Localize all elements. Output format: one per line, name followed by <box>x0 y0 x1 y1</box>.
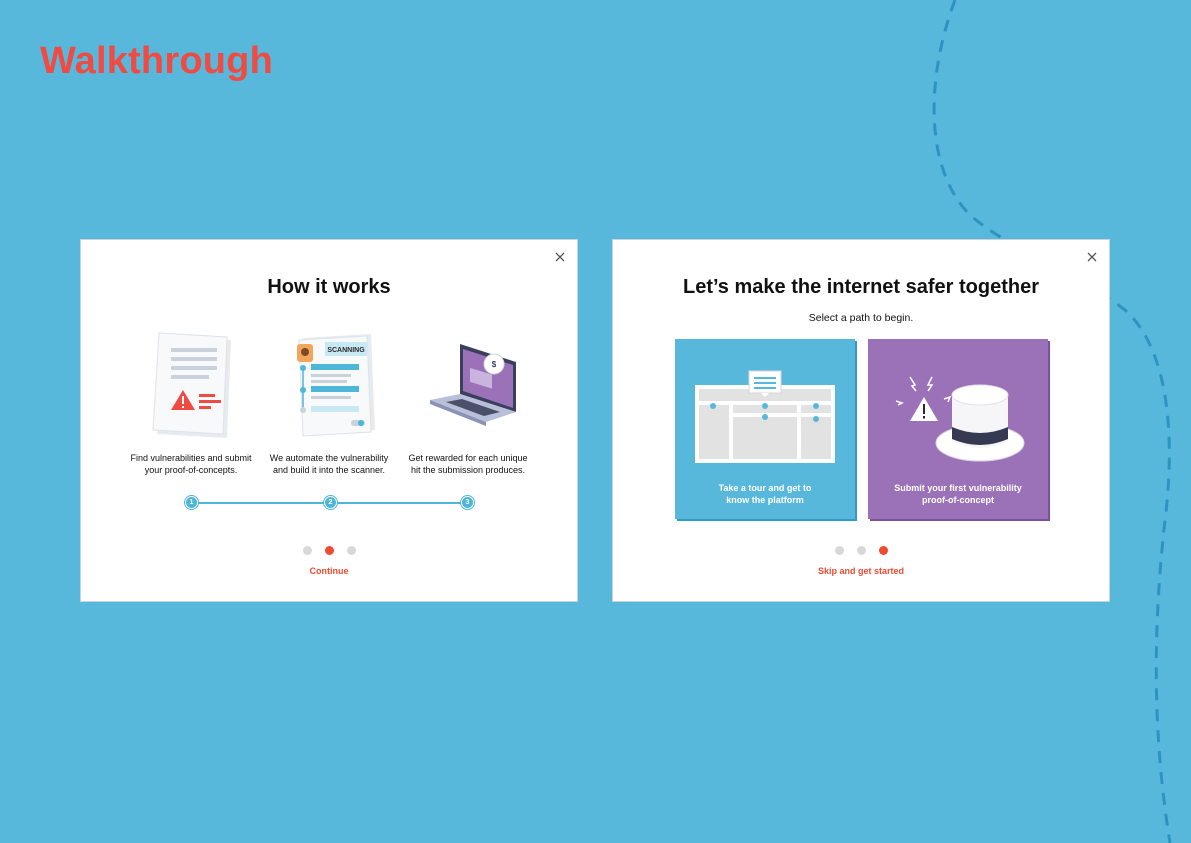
progress-marker-2: 2 <box>324 496 337 509</box>
laptop-reward-icon: $ <box>430 344 516 426</box>
step-2: SCANNING We automate the vulnerability a… <box>264 330 394 476</box>
scanning-icon: SCANNING <box>297 334 375 437</box>
document-warning-icon <box>152 332 231 438</box>
submit-vulnerability-label: Submit your first vulnerability proof-of… <box>894 483 1022 505</box>
continue-button[interactable]: Continue <box>81 566 577 576</box>
progress-marker-1: 1 <box>185 496 198 509</box>
step-caption: Get rewarded for each unique hit the sub… <box>408 453 528 475</box>
step-1: Find vulnerabilities and submit your pro… <box>126 330 256 476</box>
tour-platform-card[interactable]: Take a tour and get to know the platform <box>675 339 855 519</box>
modal-title: Let’s make the internet safer together <box>682 276 1040 298</box>
submit-vulnerability-card[interactable]: Submit your first vulnerability proof-of… <box>868 339 1048 519</box>
modal-subtitle: Select a path to begin. <box>808 312 914 324</box>
white-hat-icon <box>895 376 1025 462</box>
step-caption: Find vulnerabilities and submit your pro… <box>130 453 252 475</box>
scanning-badge: SCANNING <box>327 347 365 354</box>
tour-platform-label: Take a tour and get to know the platform <box>718 483 812 505</box>
how-it-works-modal: How it works Find vulnerabilities and su… <box>80 239 578 602</box>
skip-button[interactable]: Skip and get started <box>613 566 1109 576</box>
step-caption: We automate the vulnerability and build … <box>269 453 389 475</box>
platform-tour-icon <box>695 370 835 463</box>
page-title: Walkthrough <box>40 40 273 82</box>
progress-marker-3: 3 <box>461 496 474 509</box>
pagination-dots <box>81 546 577 555</box>
close-icon[interactable] <box>552 249 568 265</box>
page-dot-2[interactable] <box>324 546 334 555</box>
modal-title: How it works <box>267 276 391 298</box>
coin-symbol: $ <box>492 360 497 369</box>
pagination-dots <box>613 546 1109 555</box>
page-dot-1[interactable] <box>302 546 312 555</box>
step-3: $ Get rewarded for each unique hit the s… <box>403 330 533 476</box>
choose-path-modal: Let’s make the internet safer together S… <box>612 239 1110 602</box>
page-dot-2[interactable] <box>856 546 866 555</box>
page-dot-3[interactable] <box>878 546 888 555</box>
page-dot-1[interactable] <box>834 546 844 555</box>
page-dot-3[interactable] <box>346 546 356 555</box>
close-icon[interactable] <box>1084 249 1100 265</box>
